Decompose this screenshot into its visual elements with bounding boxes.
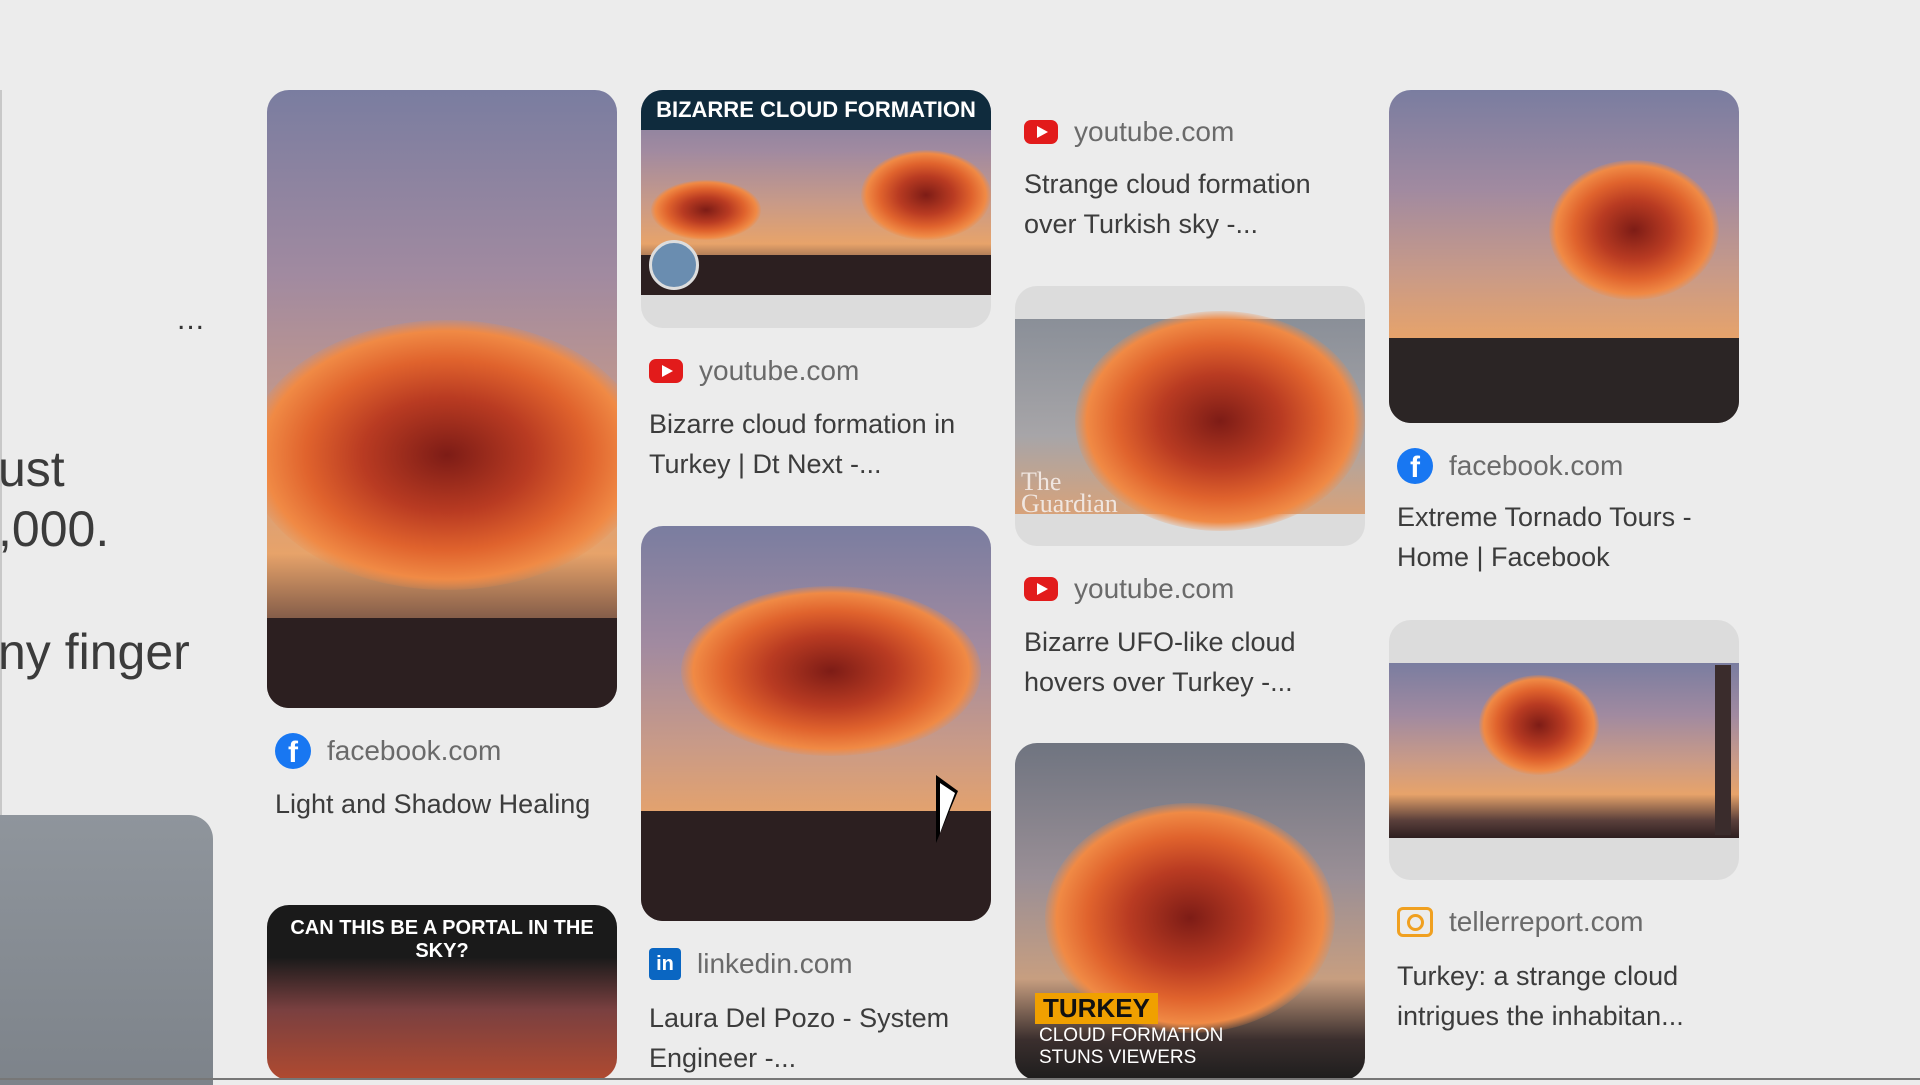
source-label: youtube.com bbox=[1074, 573, 1235, 604]
source-row[interactable]: youtube.com bbox=[649, 355, 859, 387]
result-image-guardian[interactable]: The Guardian bbox=[1015, 286, 1365, 546]
result-image-light-shadow[interactable] bbox=[267, 90, 617, 708]
result-image-linkedin[interactable] bbox=[641, 526, 991, 921]
result-title[interactable]: Laura Del Pozo - System Engineer -... bbox=[649, 998, 989, 1078]
cloud-shape bbox=[681, 586, 981, 756]
guardian-watermark: The Guardian bbox=[1021, 467, 1118, 518]
result-image-bizarre-formation[interactable]: BIZARRE CLOUD FORMATION bbox=[641, 90, 991, 328]
mouse-cursor-icon bbox=[936, 775, 958, 843]
source-label: tellerreport.com bbox=[1449, 906, 1644, 937]
source-label: facebook.com bbox=[1449, 450, 1624, 481]
panel-text-line-3: ny finger bbox=[0, 624, 190, 680]
linkedin-icon: in bbox=[649, 948, 681, 980]
source-row[interactable]: in linkedin.com bbox=[649, 948, 853, 980]
cloud-shape bbox=[267, 320, 617, 590]
result-image-portal[interactable]: CAN THIS BE A PORTAL IN THE SKY? bbox=[267, 905, 617, 1080]
video-overlay-title: BIZARRE CLOUD FORMATION bbox=[641, 90, 991, 130]
ground-silhouette bbox=[1389, 338, 1739, 423]
youtube-icon bbox=[1024, 577, 1058, 601]
camera-icon bbox=[1397, 907, 1433, 937]
youtube-icon bbox=[649, 359, 683, 383]
minaret-silhouette bbox=[1715, 665, 1731, 835]
cloud-shape bbox=[861, 150, 991, 240]
source-row[interactable]: youtube.com bbox=[1024, 116, 1234, 148]
result-title[interactable]: Bizarre UFO-like cloud hovers over Turke… bbox=[1024, 622, 1364, 702]
facebook-icon: f bbox=[275, 733, 311, 769]
result-title[interactable]: Bizarre cloud formation in Turkey | Dt N… bbox=[649, 404, 989, 484]
source-label: facebook.com bbox=[327, 735, 502, 766]
ground-silhouette bbox=[267, 618, 617, 708]
portal-overlay-text: CAN THIS BE A PORTAL IN THE SKY? bbox=[290, 917, 594, 962]
source-label: youtube.com bbox=[699, 355, 860, 386]
more-options-icon[interactable]: ... bbox=[177, 305, 205, 335]
youtube-icon bbox=[1024, 120, 1058, 144]
result-image-tellerreport[interactable] bbox=[1389, 620, 1739, 880]
cloud-shape bbox=[1479, 675, 1599, 775]
source-label: youtube.com bbox=[1074, 116, 1235, 147]
result-title[interactable]: Strange cloud formation over Turkish sky… bbox=[1024, 164, 1364, 244]
turkey-overlay-sub: CLOUD FORMATION STUNS VIEWERS bbox=[1039, 1025, 1224, 1068]
source-row[interactable]: tellerreport.com bbox=[1397, 906, 1644, 938]
source-row[interactable]: youtube.com bbox=[1024, 573, 1234, 605]
result-title[interactable]: Turkey: a strange cloud intrigues the in… bbox=[1397, 956, 1737, 1036]
source-label: linkedin.com bbox=[697, 948, 853, 979]
panel-text-line-1: ust bbox=[0, 441, 65, 497]
panel-thumbnail[interactable] bbox=[0, 815, 213, 1085]
turkey-overlay-label: TURKEY bbox=[1035, 993, 1158, 1024]
cloud-shape bbox=[1549, 160, 1719, 300]
cloud-shape bbox=[651, 180, 761, 240]
result-title[interactable]: Light and Shadow Healing bbox=[275, 784, 615, 824]
channel-logo-icon bbox=[649, 240, 699, 290]
source-row[interactable]: f facebook.com bbox=[1397, 448, 1623, 484]
result-image-turkey[interactable]: TURKEY CLOUD FORMATION STUNS VIEWERS bbox=[1015, 743, 1365, 1080]
facebook-icon: f bbox=[1397, 448, 1433, 484]
result-title[interactable]: Extreme Tornado Tours - Home | Facebook bbox=[1397, 497, 1737, 577]
panel-text-line-2: ,000. bbox=[0, 501, 110, 557]
source-row[interactable]: f facebook.com bbox=[275, 733, 501, 769]
result-image-tornado-tours[interactable] bbox=[1389, 90, 1739, 423]
